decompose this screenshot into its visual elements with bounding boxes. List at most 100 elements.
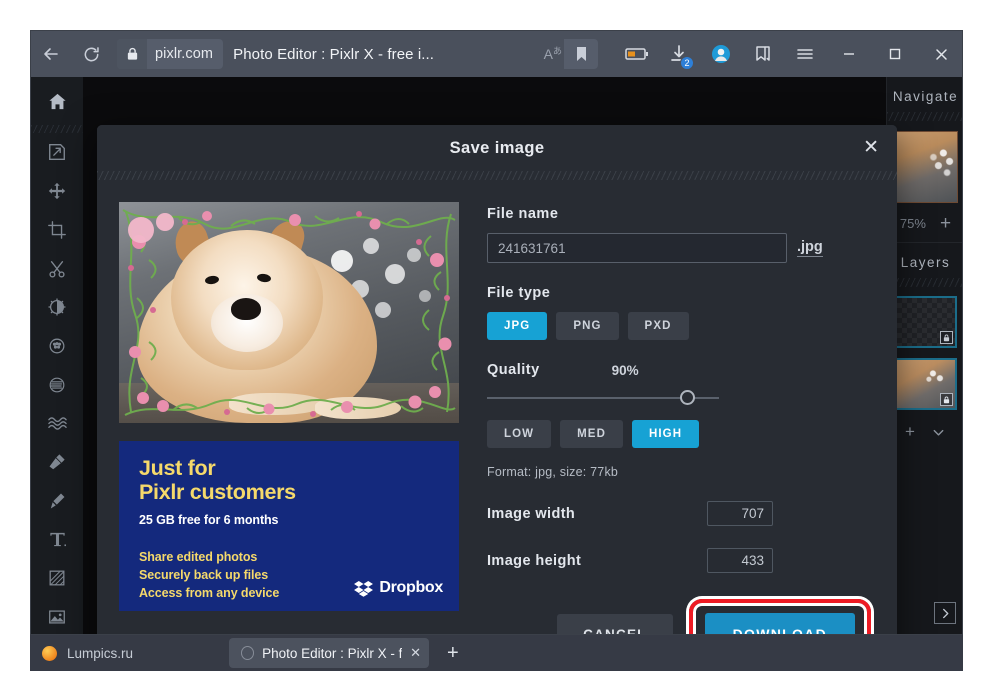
hamburger-menu-icon[interactable] [784,31,826,77]
add-layer-icon[interactable]: + [905,422,915,442]
image-height-input[interactable] [707,548,773,573]
add-image-tool[interactable] [31,597,83,634]
quality-label: Quality [487,362,540,378]
tab-close-icon[interactable]: ✕ [410,645,421,661]
pixlr-favicon-icon [241,646,255,660]
battery-icon[interactable] [616,31,658,77]
dog-paw [315,397,401,419]
navigator-thumbnail[interactable] [893,131,958,203]
quality-med-button[interactable]: MED [560,420,623,448]
quality-slider[interactable] [487,387,719,409]
page-title: Photo Editor : Pixlr X - free i... [233,45,435,63]
download-button[interactable]: DOWNLOAD [704,613,855,634]
panel-expand-button[interactable] [934,602,956,624]
site-name-label: Lumpics.ru [67,645,134,661]
bokeh-light [375,302,391,318]
text-tool[interactable] [31,520,83,559]
browser-tab[interactable]: Photo Editor : Pixlr X - fre ✕ [229,638,430,668]
lock-icon [117,39,147,69]
file-type-png-button[interactable]: PNG [556,312,619,340]
image-width-input[interactable] [707,501,773,526]
file-name-row: .jpg [487,233,871,263]
dialog-close-icon[interactable]: ✕ [863,138,879,157]
quality-value: 90% [611,362,639,378]
paint-tool[interactable] [31,481,83,520]
effect-tool[interactable] [31,404,83,443]
toolbar-divider [31,125,83,134]
cutout-tool[interactable] [31,249,83,288]
downloads-icon[interactable]: 2 [658,31,700,77]
liquify-tool[interactable] [31,365,83,404]
bokeh-light [385,264,405,284]
shape-tool[interactable] [31,559,83,598]
adjust-tool[interactable] [31,288,83,327]
ad-subhead: 25 GB free for 6 months [139,513,279,528]
arrange-tool[interactable] [31,133,83,172]
close-button[interactable] [918,31,962,77]
dog-paw [229,393,325,415]
right-panel: Navigate 75% + Layers + [886,77,962,634]
site-chip[interactable]: Lumpics.ru [42,645,134,661]
dialog-body: Just for Pixlr customers 25 GB free for … [97,180,897,611]
slider-thumb[interactable] [680,390,695,405]
panel-hatch-divider [887,112,962,121]
file-type-jpg-button[interactable]: JPG [487,312,548,340]
reload-button[interactable] [71,31,111,77]
address-bar[interactable]: pixlr.com [117,39,224,69]
quality-high-button[interactable]: HIGH [631,420,700,448]
quality-row: Quality 90% [487,362,871,378]
maximize-button[interactable] [872,31,918,77]
layer-item-photo[interactable] [894,358,957,410]
image-width-label: Image width [487,505,576,522]
file-name-input[interactable] [487,233,787,263]
image-width-row: Image width [487,501,871,526]
dropbox-brand-text: Dropbox [379,579,443,596]
dropbox-icon [354,580,374,597]
downloads-badge: 2 [680,56,694,70]
collections-icon[interactable] [742,31,784,77]
layers-title: Layers [900,255,951,270]
save-image-dialog: Save image ✕ Just for Pixlr customers 25… [97,125,897,634]
layer-controls: + [887,410,962,454]
bookmark-icon[interactable] [564,39,598,69]
zoom-controls: 75% + [887,203,962,242]
bokeh-light [363,238,379,254]
image-preview [119,202,459,423]
tools-sidebar [31,77,83,634]
lock-icon [939,331,953,344]
file-type-pxd-button[interactable]: PXD [627,312,689,340]
lock-icon [939,393,953,406]
browser-toolbar: pixlr.com Photo Editor : Pixlr X - free … [31,31,962,77]
draw-tool[interactable] [31,443,83,482]
image-height-row: Image height [487,548,871,573]
tab-strip: Lumpics.ru Photo Editor : Pixlr X - fre … [30,635,963,671]
bokeh-light [331,250,353,272]
tab-title-label: Photo Editor : Pixlr X - fre [262,645,403,661]
navigate-title: Navigate [892,89,959,104]
dropbox-ad-banner[interactable]: Just for Pixlr customers 25 GB free for … [119,441,459,611]
quality-low-button[interactable]: LOW [487,420,552,448]
save-options-form: File name .jpg File type JPG PNG PXD [459,202,871,611]
dropbox-logo: Dropbox [354,579,443,597]
orange-favicon-icon [42,645,57,661]
translate-icon[interactable]: Aあ [544,46,564,62]
layer-item-frame[interactable] [894,296,957,348]
home-tool[interactable] [31,77,83,125]
screenshot-root: pixlr.com Photo Editor : Pixlr X - free … [0,0,993,693]
crop-tool[interactable] [31,210,83,249]
retouch-tool[interactable] [31,327,83,366]
quality-preset-group: LOW MED HIGH [487,420,871,448]
file-extension-label: .jpg [797,239,823,257]
move-tool[interactable] [31,172,83,211]
minimize-button[interactable] [826,31,872,77]
dialog-hatch-divider [97,171,897,180]
url-domain-text: pixlr.com [155,46,214,62]
zoom-in-icon[interactable]: + [940,214,951,233]
pixlr-app: FEEDBACK UNDO REDO CLOSE SAV [31,77,962,634]
new-tab-button[interactable]: + [447,643,459,663]
dialog-title: Save image [449,138,545,157]
profile-avatar-icon[interactable] [700,31,742,77]
back-button[interactable] [31,31,71,77]
chevron-down-icon[interactable] [931,425,946,440]
cancel-button[interactable]: CANCEL [557,613,673,634]
